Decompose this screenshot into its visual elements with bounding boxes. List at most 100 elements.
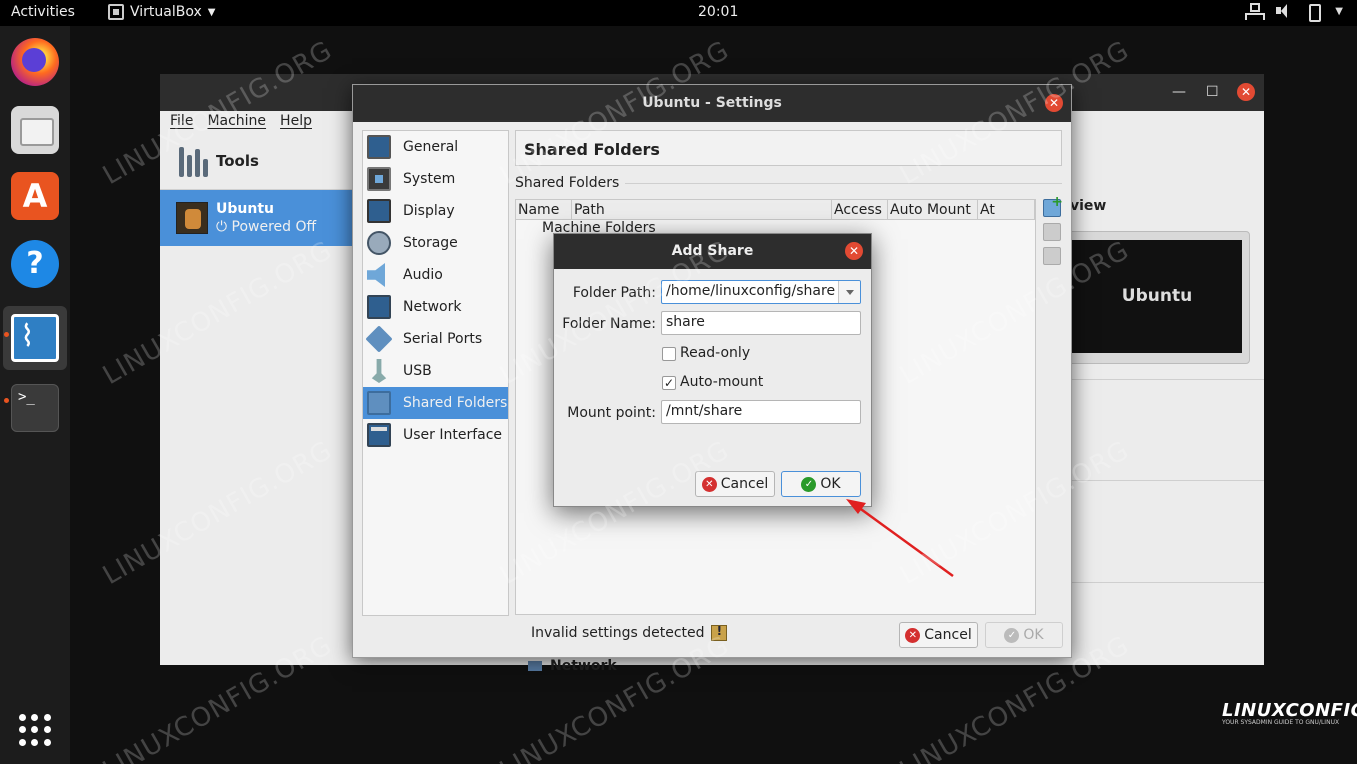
category-general[interactable]: General (363, 131, 508, 163)
folder-path-combo[interactable]: /home/linuxconfig/share (661, 280, 861, 304)
page-title: Shared Folders (515, 130, 1062, 166)
menu-help[interactable]: Help (280, 113, 312, 135)
usb-icon (371, 359, 387, 383)
details-section-network[interactable]: Network (528, 658, 617, 674)
menu-machine[interactable]: Machine (207, 113, 266, 135)
app-menu[interactable]: VirtualBox ▼ (108, 4, 215, 20)
volume-icon (1275, 3, 1291, 19)
files-icon[interactable] (11, 106, 59, 154)
shared-folder-icon (367, 391, 391, 415)
preview-screen: Ubuntu (1072, 240, 1242, 353)
category-display[interactable]: Display (363, 195, 508, 227)
show-applications-icon[interactable] (19, 714, 51, 746)
menu-file[interactable]: File (170, 113, 193, 135)
gnome-top-bar: Activities VirtualBox ▼ 20:01 ▼ (0, 0, 1357, 26)
folder-name-value: share (666, 314, 705, 330)
column-header-at[interactable]: At (978, 200, 1035, 220)
close-icon[interactable]: ✕ (1237, 83, 1255, 101)
category-audio[interactable]: Audio (363, 259, 508, 291)
folder-name-label: Folder Name: (562, 316, 656, 332)
add-share-dialog: Add Share ✕ Folder Path: /home/linuxconf… (553, 233, 872, 507)
ubuntu-os-icon (176, 202, 208, 234)
status-message: Invalid settings detected (531, 624, 727, 641)
virtualbox-dock-icon[interactable] (3, 306, 67, 370)
category-user-interface[interactable]: User Interface (363, 419, 508, 451)
mount-point-label: Mount point: (567, 405, 656, 421)
read-only-label[interactable]: Read-only (680, 345, 750, 361)
category-system[interactable]: System (363, 163, 508, 195)
vm-name: Ubuntu (216, 201, 274, 217)
caret-down-icon: ▼ (1335, 5, 1343, 17)
category-storage[interactable]: Storage (363, 227, 508, 259)
button-label: Cancel (720, 476, 769, 492)
category-label: Storage (403, 235, 458, 251)
auto-mount-checkbox[interactable]: ✓ (662, 376, 676, 390)
category-shared-folders[interactable]: Shared Folders (363, 387, 508, 419)
vm-list-item-ubuntu[interactable]: Ubuntu ⏻ Powered Off (160, 190, 352, 246)
folder-path-label: Folder Path: (572, 285, 656, 301)
group-label: Shared Folders (515, 175, 620, 191)
check-icon: ✓ (1004, 627, 1020, 643)
vm-state: ⏻ Powered Off (216, 219, 317, 235)
add-share-cancel-button[interactable]: ✕ Cancel (695, 471, 775, 497)
category-label: General (403, 139, 459, 155)
add-share-titlebar: Add Share ✕ (554, 234, 871, 269)
column-header-name[interactable]: Name (516, 200, 572, 220)
column-header-auto-mount[interactable]: Auto Mount (888, 200, 978, 220)
app-menu-label: VirtualBox (130, 4, 202, 20)
warning-icon[interactable] (710, 624, 727, 641)
maximize-icon[interactable]: ☐ (1206, 84, 1219, 100)
preview-frame: Ubuntu (1064, 231, 1250, 364)
general-icon (367, 135, 391, 159)
add-folder-icon[interactable] (1043, 194, 1063, 217)
software-center-icon[interactable]: A (11, 172, 59, 220)
brand-tagline: YOUR SYSADMIN GUIDE TO GNU/LINUX (1222, 719, 1340, 726)
button-label: OK (820, 476, 841, 492)
category-label: Audio (403, 267, 443, 283)
battery-icon (1305, 3, 1322, 22)
settings-category-list: General System Display Storage Audio Net… (362, 130, 509, 616)
read-only-checkbox[interactable] (662, 347, 676, 361)
chevron-down-icon[interactable] (838, 281, 860, 303)
category-label: User Interface (403, 427, 503, 443)
terminal-icon[interactable]: >_ (11, 384, 59, 432)
column-header-access[interactable]: Access (832, 200, 888, 220)
divider (1072, 480, 1264, 481)
mount-point-value: /mnt/share (666, 403, 743, 419)
category-label: Network (403, 299, 462, 315)
category-label: USB (403, 363, 432, 379)
serial-port-icon (365, 325, 393, 353)
category-serial-ports[interactable]: Serial Ports (363, 323, 508, 355)
display-icon (367, 199, 391, 223)
preview-section-label: view (1070, 198, 1107, 214)
tools-entry[interactable]: Tools (160, 135, 352, 190)
cancel-icon: ✕ (701, 476, 717, 492)
category-label: Shared Folders (403, 395, 508, 411)
vm-list-empty-area (160, 246, 352, 665)
user-interface-icon (367, 423, 391, 447)
settings-cancel-button[interactable]: ✕ Cancel (899, 622, 978, 648)
folder-name-input[interactable]: share (661, 311, 861, 335)
edit-folder-icon[interactable] (1043, 223, 1061, 241)
category-usb[interactable]: USB (363, 355, 508, 387)
category-network[interactable]: Network (363, 291, 508, 323)
virtualbox-icon (108, 4, 124, 20)
close-icon[interactable]: ✕ (845, 242, 863, 260)
column-header-path[interactable]: Path (572, 200, 832, 220)
audio-icon (367, 263, 385, 287)
help-icon[interactable]: ? (11, 240, 59, 288)
mount-point-input[interactable]: /mnt/share (661, 400, 861, 424)
add-share-ok-button[interactable]: ✓ OK (781, 471, 861, 497)
close-icon[interactable]: ✕ (1045, 94, 1063, 112)
category-label: System (403, 171, 456, 187)
system-tray[interactable]: ▼ (1245, 3, 1343, 22)
clock[interactable]: 20:01 (698, 4, 738, 20)
firefox-icon[interactable] (11, 38, 59, 86)
dock: A ? >_ (0, 26, 70, 764)
activities-button[interactable]: Activities (11, 4, 75, 20)
minimize-icon[interactable]: — (1172, 84, 1186, 100)
remove-folder-icon[interactable] (1043, 247, 1061, 265)
auto-mount-label[interactable]: Auto-mount (680, 374, 763, 390)
settings-titlebar: Ubuntu - Settings ✕ (353, 85, 1071, 122)
settings-ok-button[interactable]: ✓ OK (985, 622, 1063, 648)
